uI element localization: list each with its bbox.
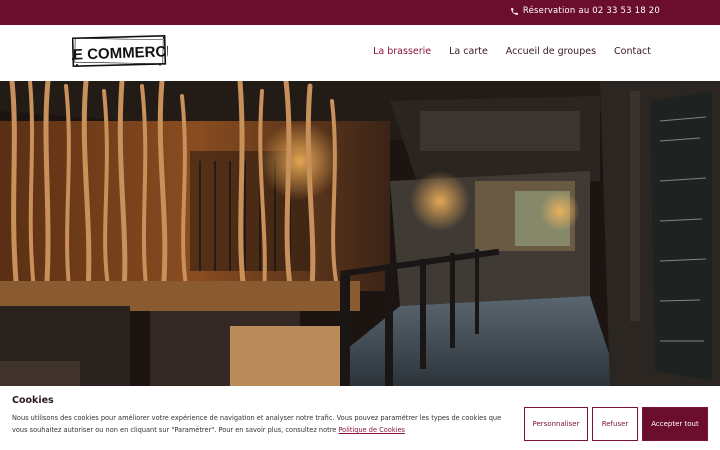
nav-la-brasserie[interactable]: La brasserie [373, 46, 431, 57]
nav-accueil-groupes[interactable]: Accueil de groupes [506, 46, 596, 57]
cookie-banner: Cookies Nous utilisons des cookies pour … [0, 386, 720, 450]
hero-image [0, 81, 720, 387]
restaurant-interior-photo [0, 81, 720, 387]
cookie-description: Nous utilisons des cookies pour améliore… [12, 412, 512, 436]
logo-text: LE COMMERCE [72, 43, 168, 64]
top-bar: Réservation au 02 33 53 18 20 [0, 0, 720, 25]
nav-la-carte[interactable]: La carte [449, 46, 488, 57]
reservation-label: Réservation au 02 33 53 18 20 [522, 6, 660, 16]
customize-button[interactable]: Personnaliser [524, 407, 588, 441]
cookie-policy-link[interactable]: Politique de Cookies [338, 426, 405, 434]
refuse-button[interactable]: Refuser [592, 407, 638, 441]
main-nav: La brasserie La carte Accueil de groupes… [373, 46, 651, 57]
nav-contact[interactable]: Contact [614, 46, 651, 57]
reservation-link[interactable]: Réservation au 02 33 53 18 20 [510, 6, 660, 16]
accept-all-button[interactable]: Accepter tout [642, 407, 708, 441]
main-header: LE COMMERCE La brasserie La carte Accuei… [0, 25, 720, 81]
cookie-title: Cookies [12, 395, 54, 406]
cookie-text: Nous utilisons des cookies pour améliore… [12, 414, 502, 434]
phone-icon [511, 7, 518, 15]
le-commerce-logo[interactable]: LE COMMERCE [72, 34, 168, 68]
